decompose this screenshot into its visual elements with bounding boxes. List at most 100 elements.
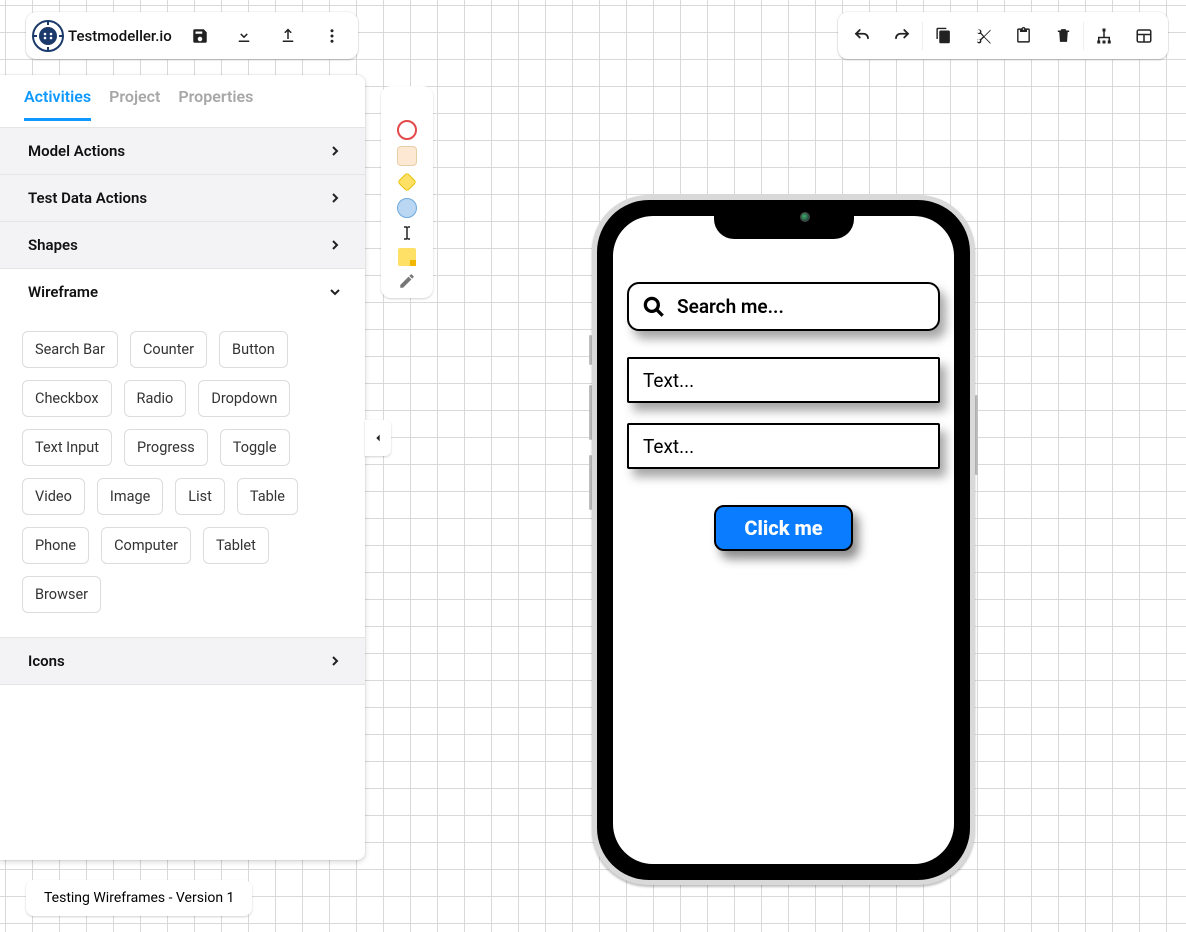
redo-button[interactable] xyxy=(882,16,922,56)
phone-side-button xyxy=(975,395,978,475)
wireframe-chips: Search Bar Counter Button Checkbox Radio… xyxy=(0,315,365,637)
copy-button[interactable] xyxy=(923,16,963,56)
section-title: Shapes xyxy=(28,236,78,254)
chip-search-bar[interactable]: Search Bar xyxy=(22,331,118,368)
phone-notch xyxy=(714,205,854,239)
save-button[interactable] xyxy=(180,16,220,56)
tab-project[interactable]: Project xyxy=(109,87,160,121)
section-head-shapes[interactable]: Shapes xyxy=(0,222,365,268)
model-tools-bar xyxy=(381,86,433,298)
chip-computer[interactable]: Computer xyxy=(101,527,191,564)
phone-camera-icon xyxy=(800,212,810,222)
panel-tabs: Activities Project Properties xyxy=(0,75,365,127)
chevron-down-icon xyxy=(327,284,343,300)
chip-video[interactable]: Video xyxy=(22,478,85,515)
table-button[interactable] xyxy=(1124,16,1164,56)
chevron-right-icon xyxy=(327,143,343,159)
node-green-tool[interactable] xyxy=(397,94,417,114)
brand[interactable]: Testmodeller.io xyxy=(32,20,176,52)
wf-text-input-1[interactable]: Text... xyxy=(627,357,940,403)
chevron-right-icon xyxy=(327,190,343,206)
wireframe-stack: Search me... Text... Text... Click me xyxy=(627,282,940,551)
section-head-wireframe[interactable]: Wireframe xyxy=(0,269,365,315)
section-icons: Icons xyxy=(0,637,365,685)
section-title: Icons xyxy=(28,652,65,670)
undo-button[interactable] xyxy=(842,16,882,56)
chevron-right-icon xyxy=(327,237,343,253)
redo-icon xyxy=(893,27,911,45)
paste-icon xyxy=(1015,27,1032,44)
chip-dropdown[interactable]: Dropdown xyxy=(198,380,290,417)
left-panel: Activities Project Properties Model Acti… xyxy=(0,75,365,860)
caret-left-icon xyxy=(373,433,383,443)
document-title-pill[interactable]: Testing Wireframes - Version 1 xyxy=(26,880,252,916)
delete-button[interactable] xyxy=(1043,16,1083,56)
section-head-icons[interactable]: Icons xyxy=(0,638,365,684)
chevron-right-icon xyxy=(327,653,343,669)
trash-icon xyxy=(1055,27,1072,44)
wf-text-input-value: Text... xyxy=(643,435,694,458)
cut-button[interactable] xyxy=(963,16,1003,56)
wf-search-placeholder: Search me... xyxy=(677,295,784,318)
node-red-tool[interactable] xyxy=(397,120,417,140)
brand-logo-icon xyxy=(32,20,64,52)
section-title: Test Data Actions xyxy=(28,189,147,207)
wf-search-bar[interactable]: Search me... xyxy=(627,282,940,331)
tab-properties[interactable]: Properties xyxy=(178,87,253,121)
tab-activities[interactable]: Activities xyxy=(24,87,91,121)
section-title: Wireframe xyxy=(28,283,98,301)
text-tool[interactable] xyxy=(398,224,416,242)
document-title: Testing Wireframes - Version 1 xyxy=(44,890,234,906)
toolbar-right xyxy=(838,12,1168,59)
chip-toggle[interactable]: Toggle xyxy=(220,429,290,466)
chip-checkbox[interactable]: Checkbox xyxy=(22,380,112,417)
chip-phone[interactable]: Phone xyxy=(22,527,89,564)
chip-browser[interactable]: Browser xyxy=(22,576,101,613)
save-icon xyxy=(191,27,209,45)
node-beige-tool[interactable] xyxy=(397,146,417,166)
chip-button[interactable]: Button xyxy=(219,331,288,368)
table-icon xyxy=(1135,27,1153,45)
hierarchy-button[interactable] xyxy=(1084,16,1124,56)
panel-accordion: Model Actions Test Data Actions Shapes W… xyxy=(0,127,365,685)
download-button[interactable] xyxy=(224,16,264,56)
more-vertical-icon xyxy=(323,27,341,45)
chip-text-input[interactable]: Text Input xyxy=(22,429,112,466)
section-title: Model Actions xyxy=(28,142,125,160)
wf-text-input-value: Text... xyxy=(643,369,694,392)
chip-progress[interactable]: Progress xyxy=(124,429,208,466)
phone-bezel: Search me... Text... Text... Click me xyxy=(597,200,970,880)
toolbar-left: Testmodeller.io xyxy=(26,12,358,59)
wf-button-label: Click me xyxy=(744,516,822,540)
copy-icon xyxy=(935,27,952,44)
phone-mockup[interactable]: Search me... Text... Text... Click me xyxy=(592,195,975,885)
section-head-test-data-actions[interactable]: Test Data Actions xyxy=(0,175,365,221)
hierarchy-icon xyxy=(1095,27,1113,45)
chip-counter[interactable]: Counter xyxy=(130,331,207,368)
section-wireframe: Wireframe Search Bar Counter Button Chec… xyxy=(0,268,365,637)
search-icon xyxy=(641,294,667,320)
upload-icon xyxy=(279,27,297,45)
more-button[interactable] xyxy=(312,16,352,56)
pencil-tool[interactable] xyxy=(398,272,416,290)
upload-button[interactable] xyxy=(268,16,308,56)
paste-button[interactable] xyxy=(1003,16,1043,56)
panel-collapse-handle[interactable] xyxy=(365,420,391,456)
wf-primary-button[interactable]: Click me xyxy=(714,505,852,551)
node-blue-tool[interactable] xyxy=(397,198,417,218)
chip-tablet[interactable]: Tablet xyxy=(203,527,269,564)
chip-list[interactable]: List xyxy=(175,478,225,515)
undo-icon xyxy=(853,27,871,45)
section-head-model-actions[interactable]: Model Actions xyxy=(0,128,365,174)
cut-icon xyxy=(974,27,992,45)
chip-table[interactable]: Table xyxy=(237,478,298,515)
download-icon xyxy=(235,27,253,45)
node-yellow-tool[interactable] xyxy=(397,172,417,192)
section-model-actions: Model Actions xyxy=(0,127,365,174)
chip-radio[interactable]: Radio xyxy=(124,380,187,417)
sticky-note-tool[interactable] xyxy=(398,248,416,266)
section-shapes: Shapes xyxy=(0,221,365,268)
phone-screen: Search me... Text... Text... Click me xyxy=(613,216,954,864)
wf-text-input-2[interactable]: Text... xyxy=(627,423,940,469)
chip-image[interactable]: Image xyxy=(97,478,163,515)
